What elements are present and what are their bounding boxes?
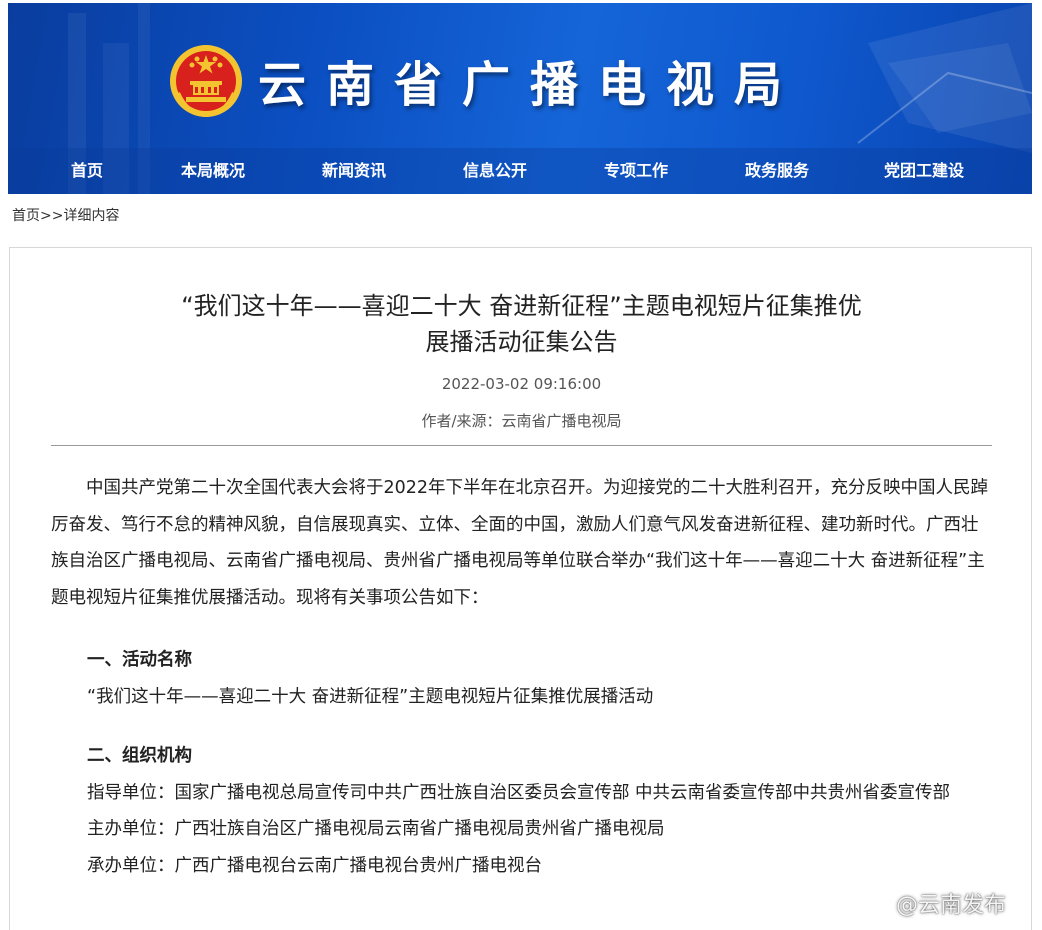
breadcrumb-current: 详细内容 [63, 208, 120, 224]
article-title-line2: 展播活动征集公告 [425, 328, 618, 356]
host-unit-text: 主办单位：广西壮族自治区广播电视局云南省广播电视局贵州省广播电视局 [87, 819, 665, 839]
nav-party-building[interactable]: 党团工建设 [884, 151, 964, 191]
breadcrumb-separator: >> [40, 208, 64, 224]
title-divider [51, 445, 992, 446]
weibo-icon [861, 896, 890, 918]
nav-special-work[interactable]: 专项工作 [604, 151, 668, 191]
nav-info-public[interactable]: 信息公开 [463, 151, 527, 191]
section-2: 二、组织机构 指导单位：国家广播电视总局宣传司中共广西壮族自治区委员会宣传部 中… [51, 738, 992, 884]
article-body: 中国共产党第二十次全国代表大会将于2022年下半年在北京召开。为迎接党的二十大胜… [51, 470, 992, 616]
nav-gov-services[interactable]: 政务服务 [745, 151, 809, 191]
nav-about[interactable]: 本局概况 [181, 151, 245, 191]
main-nav: 首页 本局概况 新闻资讯 信息公开 专项工作 政务服务 党团工建设 [8, 151, 1032, 191]
section1-heading: 一、活动名称 [87, 650, 192, 670]
section1-text: “我们这十年——喜迎二十大 奋进新征程”主题电视短片征集推优展播活动 [87, 686, 654, 707]
weibo-watermark: @云南发布 [860, 888, 1006, 924]
watermark-text: @云南发布 [896, 893, 1007, 918]
nav-home[interactable]: 首页 [71, 151, 103, 191]
article-card: “我们这十年——喜迎二十大 奋进新征程”主题电视短片征集推优 展播活动征集公告 … [9, 247, 1032, 930]
article-title: “我们这十年——喜迎二十大 奋进新征程”主题电视短片征集推优 展播活动征集公告 [10, 288, 1033, 360]
site-title: 云南省广播电视局 [258, 57, 803, 113]
organizer-unit-text: 承办单位：广西广播电视台云南广播电视台贵州广播电视台 [87, 855, 542, 876]
article-title-line1: “我们这十年——喜迎二十大 奋进新征程”主题电视短片征集推优 [181, 292, 862, 320]
site-banner: 云南省广播电视局 首页 本局概况 新闻资讯 信息公开 专项工作 政务服务 党团工… [8, 3, 1032, 194]
national-emblem-icon [170, 45, 242, 118]
section2-heading: 二、组织机构 [87, 746, 192, 766]
nav-news[interactable]: 新闻资讯 [322, 151, 386, 191]
breadcrumb-home-link[interactable]: 首页 [12, 208, 40, 224]
section-1: 一、活动名称 “我们这十年——喜迎二十大 奋进新征程”主题电视短片征集推优展播活… [51, 642, 992, 715]
intro-paragraph: 中国共产党第二十次全国代表大会将于2022年下半年在北京召开。为迎接党的二十大胜… [51, 478, 989, 608]
breadcrumb: 首页>>详细内容 [12, 205, 119, 227]
article-date: 2022-03-02 09:16:00 [441, 375, 602, 393]
article-source: 作者/来源：云南省广播电视局 [421, 412, 622, 430]
guide-unit-text: 指导单位：国家广播电视总局宣传司中共广西壮族自治区委员会宣传部 中共云南省委宣传… [87, 782, 951, 803]
